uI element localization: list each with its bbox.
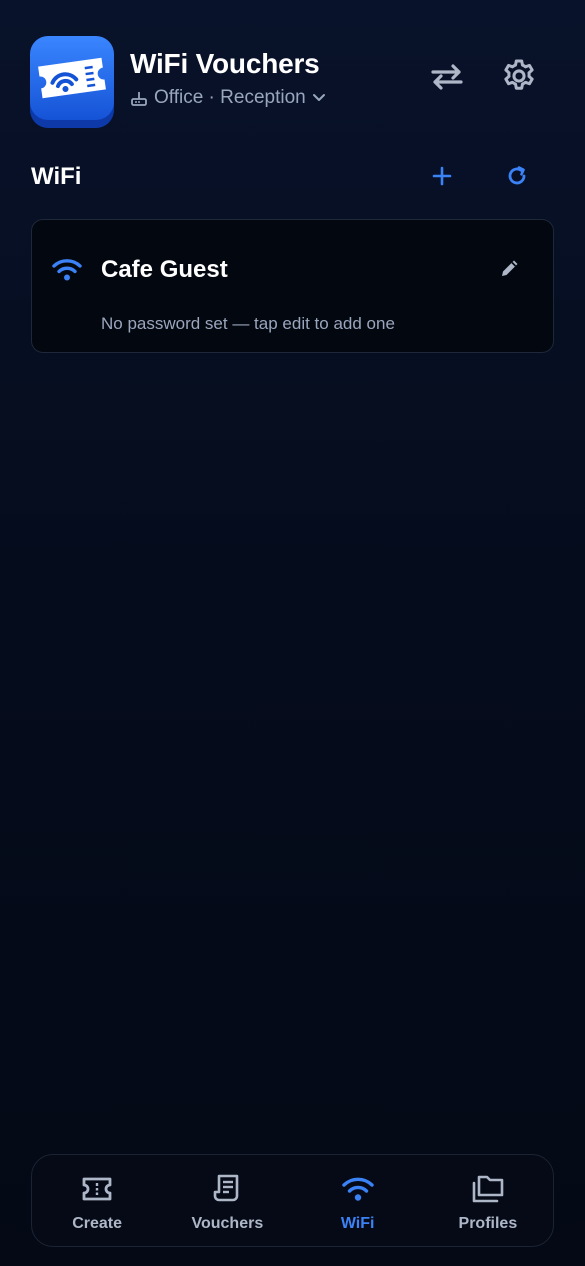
app-title: WiFi Vouchers [130,48,320,79]
nav-create-label: Create [72,1215,123,1232]
swap-arrows-icon [429,62,465,95]
site-label: Office · Reception [154,87,306,108]
receipt-icon [210,1173,244,1205]
nav-vouchers[interactable]: Vouchers [162,1155,292,1246]
app-logo-icon [30,36,114,128]
network-card[interactable]: Cafe Guest No password set — tap edit to… [31,219,554,353]
edit-network-button[interactable] [490,250,530,290]
nav-wifi[interactable]: WiFi [293,1155,423,1246]
pencil-icon [499,257,521,284]
nav-profiles-label: Profiles [458,1215,518,1232]
gear-icon [500,57,538,100]
bottom-nav: Create Vouchers WiFi Profiles [31,1154,554,1247]
chevron-down-icon [312,93,326,103]
wifi-icon [341,1173,375,1205]
network-password-note: No password set — tap edit to add one [101,314,395,333]
network-name: Cafe Guest [101,256,228,283]
add-network-button[interactable] [418,154,466,202]
site-selector[interactable]: Office · Reception [130,86,326,110]
switch-button[interactable] [423,54,471,102]
plus-icon [432,166,452,191]
settings-button[interactable] [495,54,543,102]
wifi-icon [52,258,82,287]
nav-wifi-label: WiFi [340,1215,375,1232]
nav-vouchers-label: Vouchers [191,1215,264,1232]
refresh-button[interactable] [493,154,541,202]
section-title: WiFi [31,163,82,190]
nav-create[interactable]: Create [32,1155,162,1246]
refresh-icon [506,165,528,192]
router-icon [130,90,148,106]
app-screen: WiFi Vouchers Office · Reception WiFi Ca… [0,0,585,1266]
ticket-icon [80,1173,114,1205]
folders-icon [471,1173,505,1205]
nav-profiles[interactable]: Profiles [423,1155,553,1246]
